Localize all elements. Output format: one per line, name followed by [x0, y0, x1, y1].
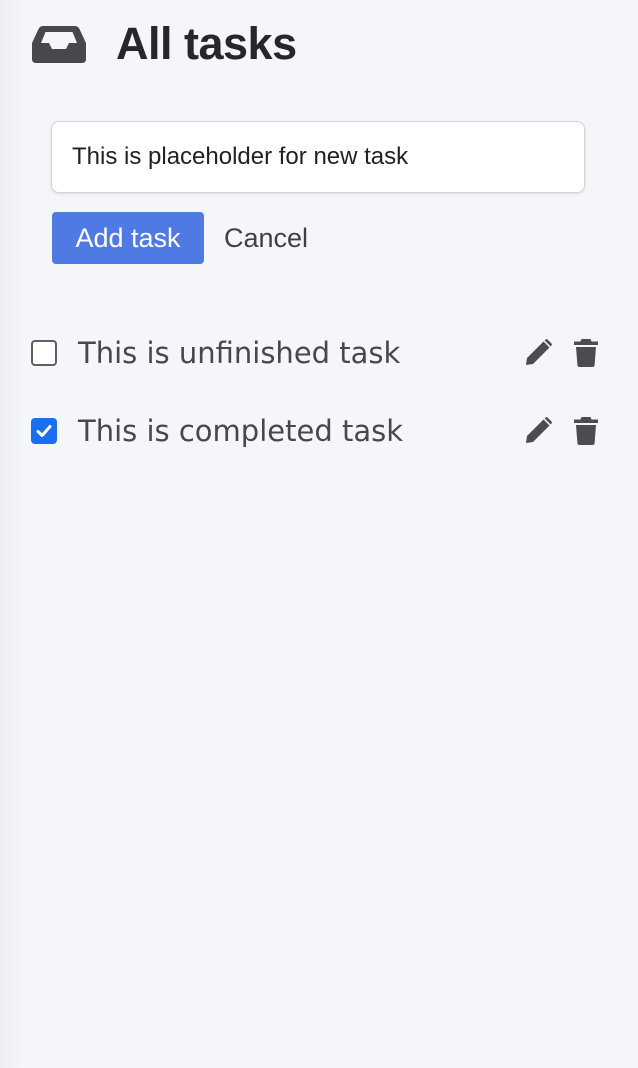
inbox-icon	[32, 26, 86, 63]
new-task-input[interactable]	[51, 121, 585, 193]
task-label: This is unfinished task	[78, 336, 401, 370]
trash-icon[interactable]	[571, 338, 601, 368]
trash-icon[interactable]	[571, 416, 601, 446]
page-header: All tasks	[31, 18, 297, 70]
pencil-icon[interactable]	[523, 416, 553, 446]
checkmark-icon	[36, 425, 52, 437]
add-task-button[interactable]: Add task	[52, 212, 204, 264]
left-edge-shade	[0, 0, 22, 1068]
task-checkbox[interactable]	[31, 418, 57, 444]
task-label: This is completed task	[78, 414, 403, 448]
task-item: This is completed task	[31, 405, 601, 457]
task-item: This is unfinished task	[31, 327, 601, 379]
pencil-icon[interactable]	[523, 338, 553, 368]
task-checkbox[interactable]	[31, 340, 57, 366]
page-title: All tasks	[116, 18, 297, 69]
cancel-button[interactable]: Cancel	[224, 212, 308, 264]
